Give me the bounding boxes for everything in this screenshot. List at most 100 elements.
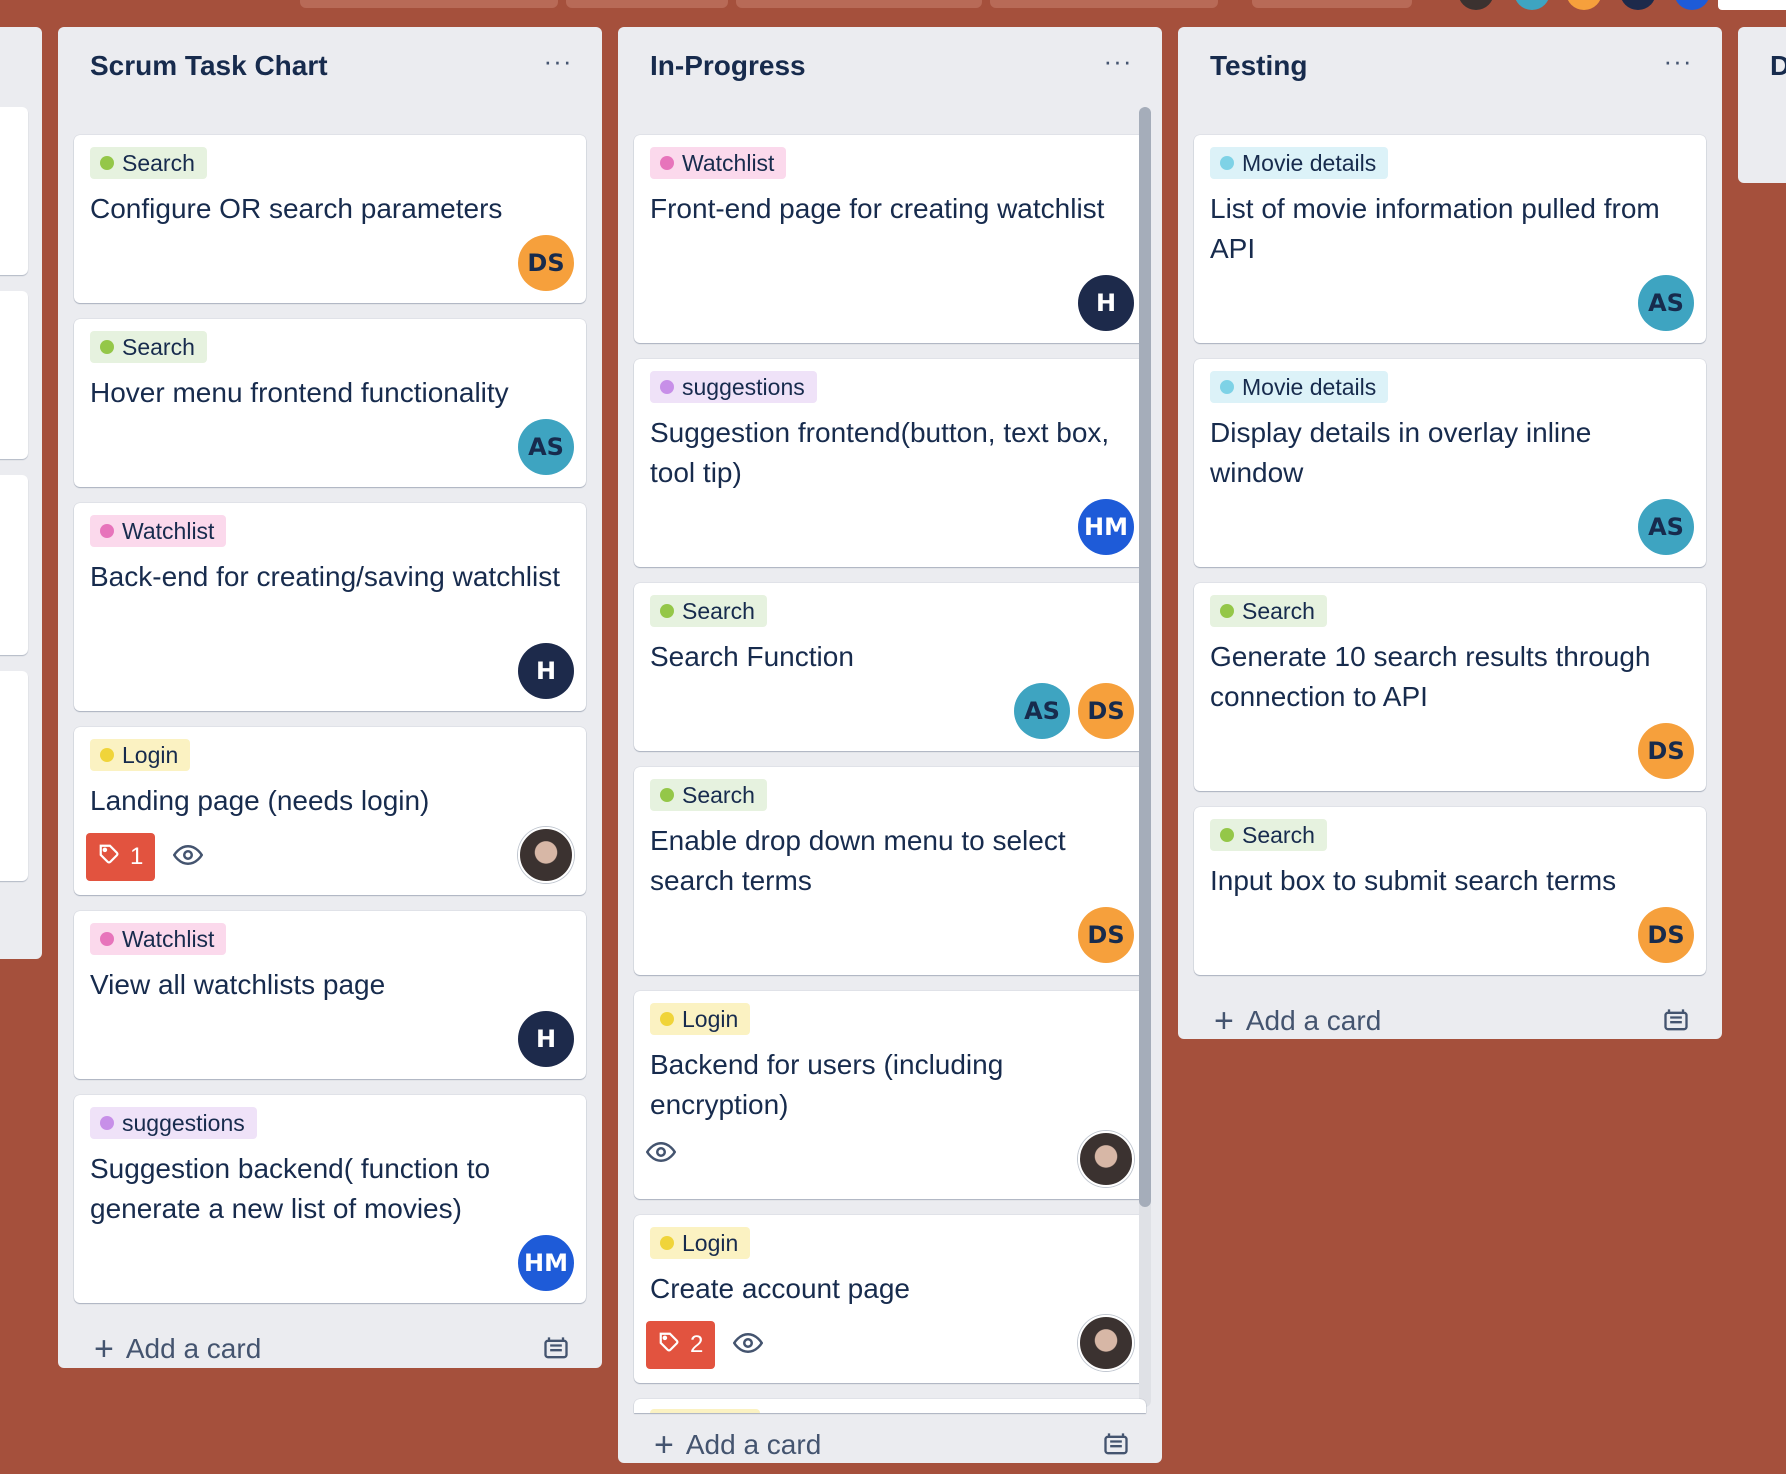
task-card[interactable]: Login Create account page 2 bbox=[634, 1215, 1146, 1383]
list-item[interactable] bbox=[0, 671, 28, 881]
label-text: Login bbox=[122, 742, 179, 768]
member-avatar-photo[interactable] bbox=[518, 827, 574, 883]
card-title: Back-end for creating/saving watchlist bbox=[90, 561, 560, 592]
task-card[interactable]: Login Backend for users (including encryp… bbox=[634, 991, 1146, 1199]
card-label[interactable]: Search bbox=[650, 595, 767, 627]
list-item[interactable] bbox=[0, 475, 28, 655]
add-card-button[interactable]: + Add a card bbox=[1194, 993, 1706, 1049]
task-card[interactable]: Search Input box to submit search terms DS bbox=[1194, 807, 1706, 975]
list-menu-button[interactable]: ··· bbox=[538, 48, 578, 81]
label-dot bbox=[100, 748, 114, 762]
card-label[interactable]: Watchlist bbox=[90, 923, 227, 955]
member-avatar[interactable] bbox=[1620, 0, 1656, 10]
list-title[interactable]: Testing bbox=[1210, 50, 1307, 82]
list-title[interactable]: In-Progress bbox=[650, 50, 806, 82]
task-card[interactable]: Movie details Display details in overlay … bbox=[1194, 359, 1706, 567]
member-avatar[interactable]: DS bbox=[1638, 723, 1694, 779]
attachment-badge[interactable]: 2 bbox=[646, 1321, 716, 1369]
member-avatar-photo[interactable] bbox=[1078, 1315, 1134, 1371]
list-item[interactable] bbox=[0, 107, 28, 275]
card-members: DS bbox=[518, 235, 574, 291]
member-avatar[interactable]: H bbox=[518, 1011, 574, 1067]
member-avatar[interactable]: HM bbox=[1078, 499, 1134, 555]
tag-icon bbox=[98, 843, 120, 872]
share-button[interactable] bbox=[1718, 0, 1786, 10]
card-label[interactable]: Login bbox=[650, 1227, 751, 1259]
card-title: View all watchlists page bbox=[90, 969, 386, 1000]
card-title: Input box to submit search terms bbox=[1210, 865, 1617, 896]
member-avatar[interactable]: DS bbox=[1078, 683, 1134, 739]
task-card[interactable]: suggestions Suggestion frontend(button, t… bbox=[634, 359, 1146, 567]
card-members: H bbox=[518, 643, 574, 699]
task-card-partial[interactable] bbox=[634, 1399, 1146, 1413]
member-avatar[interactable] bbox=[1514, 0, 1550, 10]
member-avatar[interactable]: HM bbox=[518, 1235, 574, 1291]
member-avatar[interactable]: H bbox=[518, 643, 574, 699]
card-label[interactable]: Movie details bbox=[1210, 147, 1389, 179]
card-label[interactable]: Search bbox=[1210, 595, 1327, 627]
member-avatar[interactable]: AS bbox=[518, 419, 574, 475]
card-label[interactable]: Login bbox=[90, 739, 191, 771]
header-strip bbox=[300, 0, 558, 8]
card-members bbox=[1078, 1315, 1134, 1371]
member-avatar[interactable]: H bbox=[1078, 275, 1134, 331]
card-template-icon[interactable] bbox=[542, 1335, 570, 1363]
header-strip bbox=[566, 0, 728, 8]
card-label[interactable]: suggestions bbox=[90, 1107, 257, 1139]
label-dot bbox=[1220, 604, 1234, 618]
label-dot bbox=[100, 156, 114, 170]
task-card[interactable]: Search Enable drop down menu to select se… bbox=[634, 767, 1146, 975]
member-avatar-photo[interactable] bbox=[1078, 1131, 1134, 1187]
task-card[interactable]: Search Search Function AS DS bbox=[634, 583, 1146, 751]
member-avatar[interactable] bbox=[1566, 0, 1602, 10]
task-card[interactable]: Login Landing page (needs login) 1 bbox=[74, 727, 586, 895]
add-card-button[interactable]: + Add a card bbox=[74, 1321, 586, 1377]
label-dot bbox=[100, 1116, 114, 1130]
add-card-button[interactable]: + Add a card bbox=[634, 1417, 1146, 1473]
card-label[interactable]: Watchlist bbox=[90, 515, 227, 547]
card-template-icon[interactable] bbox=[1662, 1007, 1690, 1035]
member-avatar[interactable] bbox=[1674, 0, 1710, 10]
card-members: AS bbox=[1638, 275, 1694, 331]
task-card[interactable]: Watchlist View all watchlists page H bbox=[74, 911, 586, 1079]
card-members: HM bbox=[518, 1235, 574, 1291]
task-card[interactable]: Search Configure OR search parameters DS bbox=[74, 135, 586, 303]
card-label[interactable]: Search bbox=[650, 779, 767, 811]
list-title[interactable]: Scrum Task Chart bbox=[90, 50, 328, 82]
label-text: Search bbox=[122, 150, 195, 176]
add-card-label: Add a card bbox=[1245, 1005, 1382, 1036]
card-members: H bbox=[518, 1011, 574, 1067]
card-label[interactable]: Search bbox=[1210, 819, 1327, 851]
member-avatar[interactable] bbox=[1458, 0, 1494, 10]
attachment-badge[interactable]: 1 bbox=[86, 833, 156, 881]
task-card[interactable]: Search Generate 10 search results through… bbox=[1194, 583, 1706, 791]
card-label[interactable]: Login bbox=[650, 1003, 751, 1035]
member-avatar[interactable]: AS bbox=[1638, 275, 1694, 331]
list-scrollbar[interactable] bbox=[1139, 107, 1151, 1407]
card-label[interactable]: suggestions bbox=[650, 371, 817, 403]
scrollbar-thumb[interactable] bbox=[1139, 107, 1151, 1207]
member-avatar[interactable]: DS bbox=[1078, 907, 1134, 963]
card-label[interactable]: Movie details bbox=[1210, 371, 1389, 403]
task-card[interactable]: Watchlist Front-end page for creating wat… bbox=[634, 135, 1146, 343]
card-members: AS bbox=[518, 419, 574, 475]
label-dot bbox=[660, 1236, 674, 1250]
label-text: Watchlist bbox=[122, 518, 215, 544]
list-menu-button[interactable]: ··· bbox=[1098, 48, 1138, 81]
member-avatar[interactable]: AS bbox=[1638, 499, 1694, 555]
member-avatar[interactable]: DS bbox=[1638, 907, 1694, 963]
list-menu-button[interactable]: ··· bbox=[1658, 48, 1698, 81]
card-label[interactable]: Search bbox=[90, 331, 207, 363]
card-label[interactable]: Search bbox=[90, 147, 207, 179]
member-avatar[interactable]: DS bbox=[518, 235, 574, 291]
list-item[interactable] bbox=[0, 291, 28, 459]
member-avatar[interactable]: AS bbox=[1014, 683, 1070, 739]
task-card[interactable]: Movie details List of movie information p… bbox=[1194, 135, 1706, 343]
list-header: Testing ··· bbox=[1178, 27, 1722, 107]
card-template-icon[interactable] bbox=[1102, 1431, 1130, 1459]
task-card[interactable]: Search Hover menu frontend functionality A… bbox=[74, 319, 586, 487]
task-card[interactable]: suggestions Suggestion backend( function … bbox=[74, 1095, 586, 1303]
task-card[interactable]: Watchlist Back-end for creating/saving wa… bbox=[74, 503, 586, 711]
card-label[interactable]: Watchlist bbox=[650, 147, 787, 179]
card-label-partial bbox=[650, 1409, 760, 1413]
